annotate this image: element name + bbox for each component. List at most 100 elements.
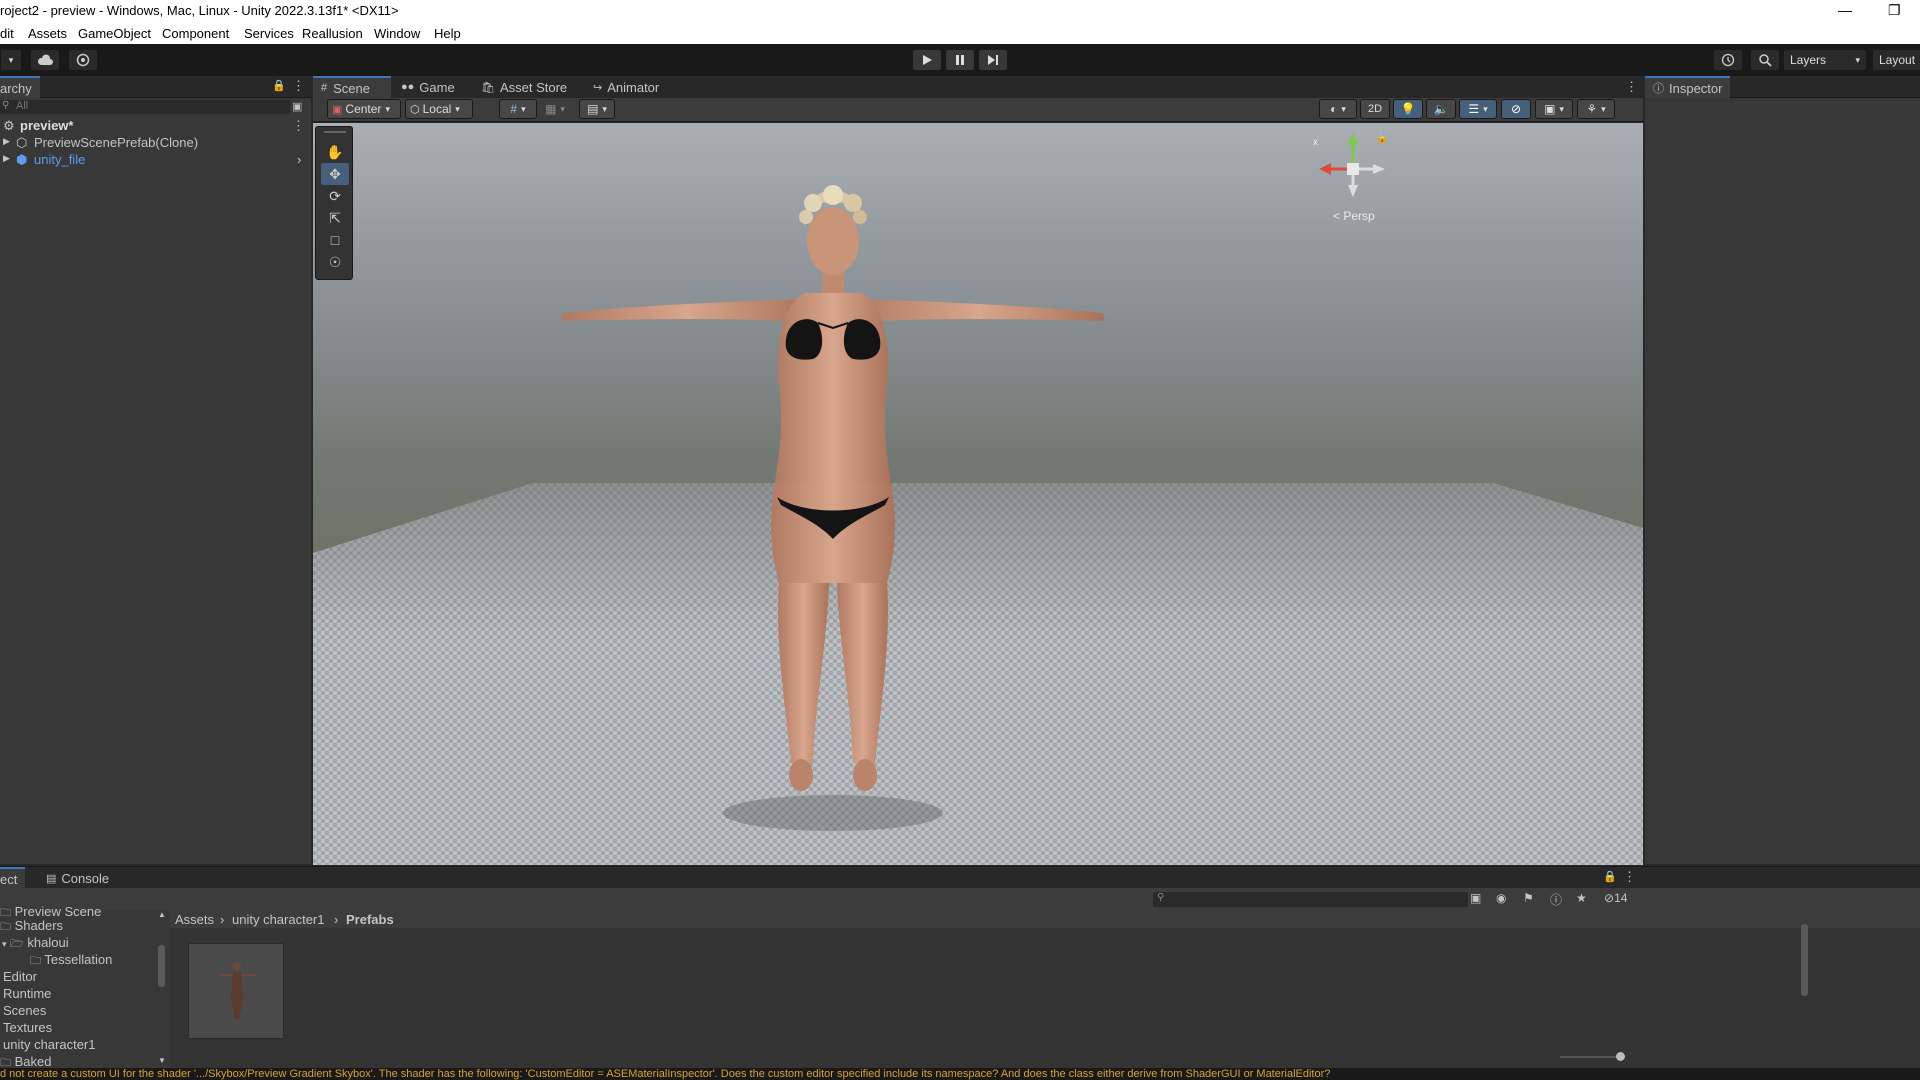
tab-scene[interactable]: # Scene (313, 76, 391, 98)
menu-component[interactable]: Component (162, 26, 229, 41)
scroll-down-icon[interactable]: ▼ (158, 1056, 166, 1065)
hidden-count: 14 (1614, 891, 1628, 905)
effects-dropdown[interactable]: ☰ ▾ (1459, 99, 1497, 119)
menu-services[interactable]: Services (244, 26, 294, 41)
history-button[interactable] (1713, 49, 1743, 71)
tab-game[interactable]: ●● Game (393, 76, 463, 98)
scene-viewport[interactable]: x 🔒 < Persp (313, 123, 1643, 865)
tab-project[interactable]: ect (0, 867, 26, 889)
play-icon (923, 55, 932, 65)
projection-toggle[interactable]: < Persp (1333, 209, 1375, 223)
menu-window[interactable]: Window (374, 26, 420, 41)
tree-scrollbar[interactable] (158, 945, 165, 987)
scroll-up-icon[interactable]: ▲ (158, 910, 166, 919)
menu-assets[interactable]: Assets (28, 26, 67, 41)
grid-visibility-button[interactable]: ▦ ▾ (539, 99, 571, 119)
move-tool-button[interactable]: ✥ (321, 163, 349, 185)
lock-icon[interactable]: 🔒 (1376, 133, 1388, 144)
foldout-arrow-icon[interactable]: ▶ (3, 136, 10, 147)
hidden-objects-toggle[interactable]: ⊘ (1501, 99, 1531, 119)
account-dropdown[interactable]: ▾ (0, 49, 22, 71)
step-button[interactable] (978, 49, 1008, 71)
breadcrumb-separator: › (334, 912, 339, 927)
rect-tool-button[interactable]: □ (321, 229, 349, 251)
project-search-input[interactable]: ⚲ (1153, 892, 1468, 907)
pause-button[interactable] (945, 49, 975, 71)
collab-button[interactable] (68, 49, 98, 71)
project-assets-view: Assets › unity character1 › Prefabs (170, 910, 1920, 1068)
hidden-packages-toggle[interactable]: ⊘14 (1604, 891, 1627, 905)
hierarchy-item-unity-file[interactable]: ▶ ⬢ unity_file › (0, 152, 311, 169)
tree-item-textures[interactable]: Textures (3, 1020, 52, 1035)
scale-tool-button[interactable]: ⇱ (321, 207, 349, 229)
increment-snap-button[interactable]: ▤ ▾ (579, 99, 615, 119)
search-filter-icon[interactable]: ▣ (292, 100, 302, 113)
zoom-slider-thumb[interactable] (1616, 1052, 1625, 1061)
info-icon[interactable]: ⓘ (1550, 891, 1562, 908)
foldout-arrow-icon[interactable]: ▶ (3, 153, 10, 164)
status-bar[interactable]: d not create a custom UI for the shader … (0, 1068, 1920, 1080)
tab-asset-store[interactable]: 🛍 Asset Store (473, 76, 575, 98)
play-button[interactable] (912, 49, 942, 71)
lock-icon[interactable]: 🔒 (272, 79, 286, 92)
breadcrumb-assets[interactable]: Assets (175, 912, 214, 927)
search-filter-icon[interactable]: ▣ (1470, 891, 1481, 905)
restore-icon[interactable]: ❐ (1888, 2, 1901, 19)
foldout-open-icon[interactable]: ▾ (2, 939, 7, 949)
breadcrumb-unity-character1[interactable]: unity character1 (232, 912, 325, 927)
transform-tool-button[interactable]: ☉ (321, 251, 349, 273)
tree-item-runtime[interactable]: Runtime (3, 986, 51, 1001)
folder-icon: 🗀 (0, 921, 11, 933)
tab-console[interactable]: ▤ Console (38, 867, 117, 889)
hierarchy-scene-row[interactable]: ⚙ preview* ⋮ (0, 118, 311, 135)
grid-snap-button[interactable]: # ▾ (499, 99, 537, 119)
search-button[interactable] (1750, 49, 1780, 71)
tree-item-editor[interactable]: Editor (3, 969, 37, 984)
hand-tool-button[interactable]: ✋ (321, 141, 349, 163)
filter-by-label-icon[interactable]: ⚑ (1523, 891, 1534, 905)
minimize-icon[interactable]: — (1838, 2, 1852, 18)
toggle-2d-button[interactable]: 2D (1360, 99, 1390, 119)
layers-dropdown[interactable]: Layers ▾ (1783, 49, 1867, 71)
tab-inspector[interactable]: ⓘ Inspector (1645, 76, 1731, 98)
drag-handle[interactable] (324, 131, 346, 133)
layout-dropdown[interactable]: Layout (1872, 49, 1920, 71)
character-model[interactable] (313, 123, 1643, 865)
pivot-mode-dropdown[interactable]: ▣ Center ▾ (327, 99, 401, 119)
cloud-button[interactable] (30, 49, 60, 71)
chevron-right-icon[interactable]: › (297, 152, 301, 167)
tab-hierarchy[interactable]: archy (0, 76, 40, 98)
rotate-tool-button[interactable]: ⟳ (321, 185, 349, 207)
menu-reallusion[interactable]: Reallusion (302, 26, 363, 41)
tree-item-unity-character1[interactable]: unity character1 (3, 1037, 96, 1052)
chevron-down-icon: ▾ (1483, 103, 1488, 114)
menu-gameobject[interactable]: GameObject (78, 26, 151, 41)
lightbulb-icon: 💡 (1400, 102, 1416, 116)
asset-thumbnail[interactable] (188, 943, 284, 1039)
lock-icon[interactable]: 🔒 (1603, 870, 1617, 883)
draw-mode-dropdown[interactable]: ◐ ▾ (1319, 99, 1357, 119)
kebab-menu-icon[interactable]: ⋮ (1623, 869, 1636, 885)
filter-by-type-icon[interactable]: ◉ (1496, 891, 1506, 905)
lighting-toggle[interactable]: 💡 (1393, 99, 1423, 119)
info-icon: ⓘ (1653, 83, 1664, 95)
star-icon[interactable]: ★ (1576, 891, 1587, 905)
breadcrumb-prefabs[interactable]: Prefabs (346, 912, 394, 927)
tab-animator[interactable]: ↪ Animator (585, 76, 667, 98)
audio-toggle[interactable]: 🔈 (1426, 99, 1456, 119)
camera-settings-dropdown[interactable]: ▣ ▾ (1535, 99, 1573, 119)
assets-scrollbar[interactable] (1801, 924, 1808, 996)
tree-item-scenes[interactable]: Scenes (3, 1003, 46, 1018)
menu-edit[interactable]: dit (0, 26, 14, 41)
hierarchy-search-input[interactable]: ⚲ All (0, 100, 290, 114)
tree-item-tessellation[interactable]: 🗀 Tessellation (30, 952, 112, 971)
gizmos-dropdown[interactable]: ⚘ ▾ (1577, 99, 1615, 119)
kebab-menu-icon[interactable]: ⋮ (1625, 79, 1638, 95)
space-mode-dropdown[interactable]: ⬡ Local ▾ (405, 99, 473, 119)
zoom-slider-track[interactable] (1560, 1056, 1620, 1058)
kebab-menu-icon[interactable]: ⋮ (292, 78, 305, 94)
hierarchy-item-prefab-clone[interactable]: ▶ ⬡ PreviewScenePrefab(Clone) (0, 135, 311, 152)
kebab-menu-icon[interactable]: ⋮ (292, 118, 305, 134)
hierarchy-search-row: ⚲ All ▣ (0, 98, 311, 116)
menu-help[interactable]: Help (434, 26, 461, 41)
